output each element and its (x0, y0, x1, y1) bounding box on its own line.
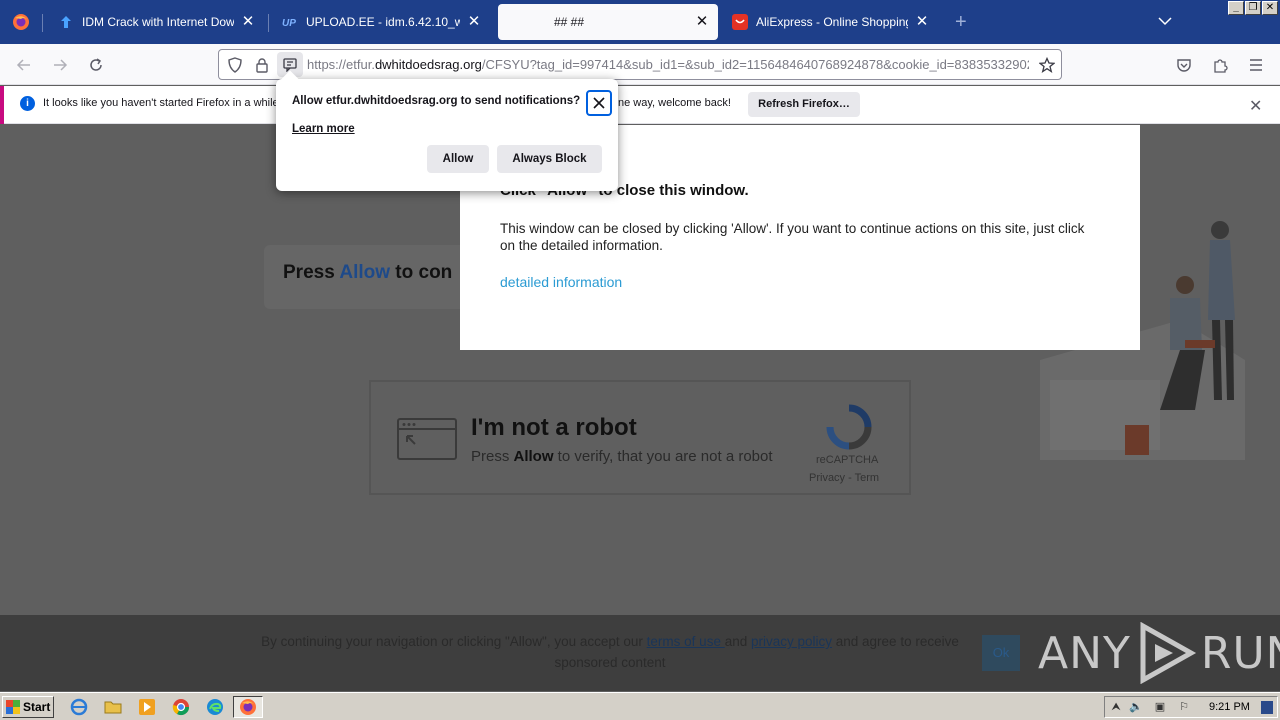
recaptcha-privacy-terms[interactable]: Privacy - Term (809, 472, 879, 484)
notification-message-tail: ne way, welcome back! (618, 97, 731, 109)
tab-list-chevron-icon[interactable] (1158, 14, 1172, 29)
hamburger-menu-icon[interactable] (1246, 55, 1266, 75)
folder-icon[interactable] (104, 698, 122, 716)
volume-icon[interactable]: 🔈 (1129, 701, 1143, 714)
recaptcha-logo-icon (826, 404, 872, 450)
notification-edge (0, 86, 4, 124)
tab-title: UPLOAD.EE - idm.6.42.10_with_ac (306, 15, 460, 29)
popup-title: Allow etfur.dwhitdoedsrag.org to send no… (292, 95, 581, 107)
ie-icon[interactable] (70, 698, 88, 716)
lock-icon[interactable] (252, 55, 272, 75)
detailed-information-link[interactable]: detailed information (500, 274, 622, 290)
always-block-button[interactable]: Always Block (497, 145, 602, 173)
tab-close-icon[interactable]: ✕ (914, 14, 930, 30)
consent-footer: By continuing your navigation or clickin… (0, 615, 1280, 691)
idm-icon (58, 14, 74, 30)
tracking-shield-icon[interactable] (225, 55, 245, 75)
terms-of-use-link[interactable]: terms of use (647, 634, 725, 649)
taskbar-clock[interactable]: 9:21 PM (1209, 701, 1250, 713)
tab-close-icon[interactable]: ✕ (694, 14, 710, 30)
tab-separator (42, 14, 43, 32)
consent-ok-button[interactable]: Ok (982, 635, 1020, 671)
firefox-refresh-notification: i It looks like you haven't started Fire… (0, 86, 1280, 124)
press-allow-heading: Press Allow to con (283, 262, 453, 283)
windows-taskbar: Start ⮝ 🔈 ▣ ⚐ 9:21 PM (0, 692, 1280, 720)
navigation-toolbar: https://etfur.dwhitdoedsrag.org/CFSYU?ta… (0, 44, 1280, 85)
learn-more-link[interactable]: Learn more (292, 123, 355, 135)
firefox-icon[interactable] (239, 698, 257, 716)
tab-active[interactable]: ## ## ✕ (498, 4, 718, 40)
show-desktop-button[interactable] (1261, 701, 1273, 714)
extensions-icon[interactable] (1210, 55, 1230, 75)
tab-close-icon[interactable]: ✕ (466, 14, 482, 30)
aliexpress-icon (732, 14, 748, 30)
system-tray: ⮝ 🔈 ▣ ⚐ 9:21 PM (1104, 696, 1278, 718)
reload-icon[interactable] (86, 55, 106, 75)
notification-message: It looks like you haven't started Firefo… (43, 97, 279, 109)
chrome-icon[interactable] (172, 698, 190, 716)
url-text[interactable]: https://etfur.dwhitdoedsrag.org/CFSYU?ta… (307, 57, 1029, 72)
new-tab-button[interactable]: + (955, 12, 967, 32)
minimize-button[interactable]: _ (1228, 1, 1244, 15)
info-icon: i (20, 96, 35, 111)
windows-logo-icon (6, 700, 20, 714)
tab-separator (268, 14, 269, 32)
svg-text:UP: UP (282, 18, 296, 29)
network-icon[interactable]: ▣ (1153, 701, 1167, 714)
restore-button[interactable]: ❐ (1245, 1, 1261, 15)
tab-idm[interactable]: IDM Crack with Internet Download ✕ (50, 4, 264, 40)
tab-strip: IDM Crack with Internet Download ✕ UP UP… (0, 0, 1280, 44)
refresh-firefox-button[interactable]: Refresh Firefox… (748, 92, 860, 117)
allow-button[interactable]: Allow (427, 145, 489, 173)
tab-close-icon[interactable]: ✕ (240, 14, 256, 30)
action-center-flag-icon[interactable]: ⚐ (1177, 701, 1191, 714)
firefox-menu-icon[interactable] (0, 0, 42, 44)
tab-aliexpress[interactable]: AliExpress - Online Shopping für El ✕ (724, 4, 938, 40)
back-arrow-icon[interactable] (14, 55, 34, 75)
notification-permission-popup: Allow etfur.dwhitdoedsrag.org to send no… (276, 70, 618, 191)
start-button[interactable]: Start (2, 696, 54, 718)
tray-expand-icon[interactable]: ⮝ (1109, 701, 1123, 714)
forward-arrow-icon[interactable] (50, 55, 70, 75)
captcha-subtitle: Press Allow to verify, that you are not … (471, 448, 773, 465)
anyrun-watermark-logo: ANY RUN (1038, 622, 1280, 684)
privacy-policy-link[interactable]: privacy policy (751, 634, 832, 649)
upload-ee-icon: UP (282, 14, 298, 30)
recaptcha-brand: reCAPTCHA (816, 454, 879, 466)
media-player-icon[interactable] (138, 698, 156, 716)
edge-icon[interactable] (206, 698, 224, 716)
popup-close-icon[interactable] (586, 90, 612, 116)
tab-upload-ee[interactable]: UP UPLOAD.EE - idm.6.42.10_with_ac ✕ (274, 4, 490, 40)
allow-dialog-text: This window can be closed by clicking 'A… (500, 221, 1085, 253)
tab-title: AliExpress - Online Shopping für El (756, 15, 908, 29)
captcha-title: I'm not a robot (471, 414, 637, 441)
page-content: Press Allow to con I'm not a robot Press… (0, 125, 1280, 691)
pocket-icon[interactable] (1174, 55, 1194, 75)
consent-text: By continuing your navigation or clickin… (261, 634, 959, 670)
url-bar[interactable]: https://etfur.dwhitdoedsrag.org/CFSYU?ta… (218, 49, 1062, 80)
fake-captcha-box: I'm not a robot Press Allow to verify, t… (369, 380, 911, 495)
browser-window-icon (397, 418, 457, 460)
tab-title: IDM Crack with Internet Download (82, 15, 234, 29)
close-window-button[interactable]: ✕ (1262, 1, 1278, 15)
bookmark-star-icon[interactable] (1037, 55, 1057, 75)
tab-title: ## ## (554, 15, 585, 29)
notification-close-icon[interactable]: ✕ (1249, 96, 1262, 116)
